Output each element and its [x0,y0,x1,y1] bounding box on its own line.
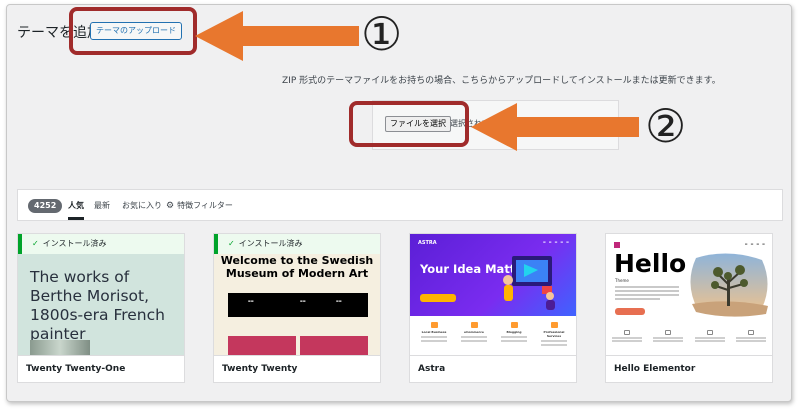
callout-box-1 [69,7,197,55]
feature-item: Blogging [496,322,532,342]
astra-features: Local Business eCommerce Blogging Profes… [410,316,576,357]
check-icon: ✓ [228,239,235,248]
feature-item: Professional Services [536,322,572,346]
feature-item: eCommerce [456,322,492,342]
astra-cta [420,294,456,302]
feature-item: Local Business [416,322,452,342]
band-text: ▬▬ [300,299,306,303]
step-marker-1: ① [361,7,403,61]
tab-feature-filter[interactable]: ⚙ 特徴フィルター [166,200,233,211]
preview-headline: Hello [614,249,687,278]
elementor-logo [614,242,620,248]
check-icon: ✓ [32,239,39,248]
astra-illustration [503,256,555,310]
preview-features [606,330,772,342]
theme-name: Twenty Twenty-One [18,355,184,382]
theme-card-twenty-twenty[interactable]: Welcome to the Swedish Museum of Modern … [213,233,381,383]
theme-screenshot: ▬ ▬ ▬ ▬ Hello Theme [606,234,772,357]
preview-blocks [228,336,368,357]
joshua-tree-illustration [690,253,768,317]
theme-card-twenty-twenty-one[interactable]: The works of Berthe Morisot, 1800s-era F… [17,233,185,383]
preview-sub: Theme [615,278,629,283]
tab-latest[interactable]: 最新 [94,200,110,211]
theme-count-badge: 4252 [28,199,63,213]
preview-headline: The works of Berthe Morisot, 1800s-era F… [30,268,165,343]
gear-icon: ⚙ [166,201,175,211]
step-marker-2: ② [645,99,687,153]
band-text: ▬▬ [248,299,254,303]
arrow-left-icon [471,103,639,151]
theme-name: Hello Elementor [606,355,772,382]
preview-text-lines [615,286,679,302]
astra-logo: ASTRA [418,240,437,246]
upload-info-text: ZIP 形式のテーマファイルをお持ちの場合、こちらからアップロードしてインストー… [282,76,721,86]
tab-favorites[interactable]: お気に入り [122,200,162,211]
theme-filter-bar: 4252 人気 最新 お気に入り ⚙ 特徴フィルター [17,189,783,221]
theme-name: Astra [410,355,576,382]
theme-screenshot: ASTRA ▬ ▬ ▬ ▬ ▬ Your Idea Matters! Local… [410,234,576,357]
band-text: ▬▬ [336,299,342,303]
installed-notice: ✓ インストール済み [214,234,380,254]
preview-black-band: ▬▬ ▬▬ ▬▬ [228,293,368,317]
astra-nav: ▬ ▬ ▬ ▬ ▬ [543,240,570,244]
theme-install-window: テーマを追加 テーマのアップロード ZIP 形式のテーマファイルをお持ちの場合、… [6,4,792,402]
theme-card-astra[interactable]: ASTRA ▬ ▬ ▬ ▬ ▬ Your Idea Matters! Local… [409,233,577,383]
theme-card-hello-elementor[interactable]: ▬ ▬ ▬ ▬ Hello Theme Hello Elementor [605,233,773,383]
tab-popular[interactable]: 人気 [68,200,84,220]
arrow-left-icon [195,11,359,61]
preview-menu: ▬ ▬ ▬ ▬ [744,242,766,246]
installed-label: インストール済み [42,239,107,248]
callout-box-2 [349,101,469,147]
feature-filter-label: 特徴フィルター [177,201,233,210]
installed-label: インストール済み [238,239,303,248]
preview-headline: Welcome to the Swedish Museum of Modern … [220,254,374,280]
preview-button [615,308,645,315]
installed-notice: ✓ インストール済み [18,234,184,254]
theme-name: Twenty Twenty [214,355,380,382]
astra-hero: ASTRA ▬ ▬ ▬ ▬ ▬ Your Idea Matters! [410,234,576,316]
